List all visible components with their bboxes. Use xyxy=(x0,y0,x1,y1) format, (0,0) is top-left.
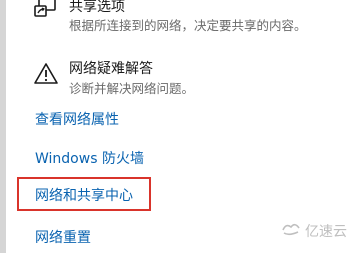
sharing-options-title: 共享选项 xyxy=(69,0,125,15)
watermark-text: 亿速云 xyxy=(305,224,347,240)
network-troubleshooter-description: 诊断并解决网络问题。 xyxy=(69,81,195,96)
windows-firewall-link[interactable]: Windows 防火墙 xyxy=(35,148,144,168)
view-network-properties-link[interactable]: 查看网络属性 xyxy=(35,109,119,129)
sharing-icon xyxy=(33,0,59,22)
watermark: 亿速云 xyxy=(281,221,347,241)
yisuyun-logo-icon xyxy=(281,221,301,241)
network-troubleshooter-title: 网络疑难解答 xyxy=(69,61,153,77)
left-nav-strip xyxy=(0,0,6,253)
settings-page: 共享选项 根据所连接到的网络，决定要共享的内容。 网络疑难解答 诊断并解决网络问… xyxy=(0,0,361,253)
network-reset-link[interactable]: 网络重置 xyxy=(35,227,91,247)
sharing-options-description: 根据所连接到的网络，决定要共享的内容。 xyxy=(69,18,307,33)
highlight-box xyxy=(17,177,151,211)
warning-icon xyxy=(33,61,59,87)
